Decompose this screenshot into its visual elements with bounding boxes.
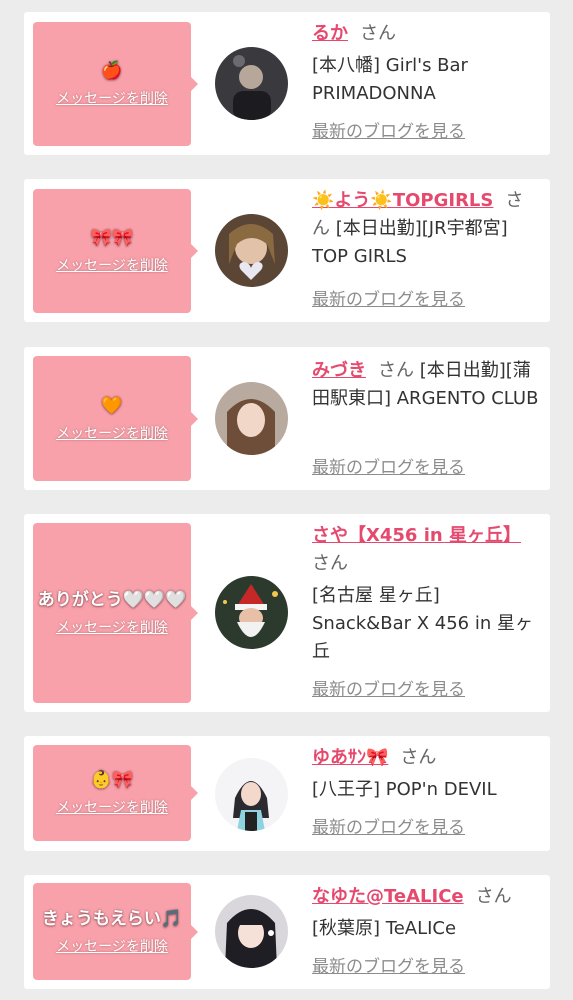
message-text: きょうもえらい🎵 bbox=[41, 908, 183, 929]
name-link[interactable]: ゆあｻﾝ🎀 bbox=[312, 747, 388, 768]
name-link[interactable]: ☀️よう☀️TOPGIRLS bbox=[312, 190, 493, 211]
avatar[interactable] bbox=[215, 214, 288, 287]
message-card: きょうもえらい🎵 メッセージを削除 なゆた@TeALICe さん [秋葉原] Te… bbox=[24, 875, 550, 989]
view-blog-link[interactable]: 最新のブログを見る bbox=[312, 816, 465, 840]
honorific: さん bbox=[360, 23, 396, 44]
view-blog-link[interactable]: 最新のブログを見る bbox=[312, 955, 465, 979]
message-text: 👶🎀 bbox=[90, 770, 134, 790]
message-text: ありがとう🤍🤍🤍 bbox=[37, 590, 187, 610]
avatar[interactable] bbox=[215, 758, 288, 831]
shop-text: [秋葉原] TeALICe bbox=[312, 918, 457, 939]
name-link[interactable]: みづき bbox=[312, 360, 366, 381]
delete-message-link[interactable]: メッセージを削除 bbox=[33, 617, 191, 639]
name-link[interactable]: なゆた@TeALICe bbox=[312, 886, 464, 907]
avatar[interactable] bbox=[215, 895, 288, 968]
message-bubble: 🍎 メッセージを削除 bbox=[33, 22, 198, 146]
view-blog-link[interactable]: 最新のブログを見る bbox=[312, 288, 465, 312]
name-link[interactable]: さや【X456 in 星ヶ丘】 bbox=[312, 525, 521, 546]
message-bubble: きょうもえらい🎵 メッセージを削除 bbox=[33, 883, 198, 980]
message-card: 👶🎀 メッセージを削除 ゆあｻﾝ🎀 さん [八王子] POP'n DEVIL 最新… bbox=[24, 736, 550, 851]
delete-message-link[interactable]: メッセージを削除 bbox=[33, 255, 191, 277]
honorific: さん bbox=[475, 886, 512, 907]
delete-message-link[interactable]: メッセージを削除 bbox=[33, 88, 191, 110]
avatar[interactable] bbox=[215, 47, 288, 120]
honorific: さん bbox=[312, 553, 348, 574]
shop-text: [本日出勤][JR宇都宮] TOP GIRLS bbox=[312, 218, 508, 267]
message-text: 🍎 bbox=[101, 61, 123, 81]
message-bubble: 🧡 メッセージを削除 bbox=[33, 356, 198, 481]
shop-text: [八王子] POP'n DEVIL bbox=[312, 779, 497, 800]
name-link[interactable]: るか bbox=[312, 23, 348, 44]
message-text: 🎀🎀 bbox=[90, 228, 134, 248]
shop-text: [名古屋 星ヶ丘] Snack&Bar X 456 in 星ヶ丘 bbox=[312, 585, 533, 662]
honorific: さん bbox=[378, 360, 414, 381]
message-card: 🍎 メッセージを削除 るか さん [本八幡] Girl's Bar PRIMADO… bbox=[24, 12, 550, 155]
delete-message-link[interactable]: メッセージを削除 bbox=[33, 936, 191, 958]
message-card: ありがとう🤍🤍🤍 メッセージを削除 さや【X456 in 星ヶ丘】 さん [名古… bbox=[24, 514, 550, 712]
honorific: さん bbox=[400, 747, 437, 768]
view-blog-link[interactable]: 最新のブログを見る bbox=[312, 120, 465, 144]
avatar[interactable] bbox=[215, 576, 288, 649]
shop-text: [本八幡] Girl's Bar PRIMADONNA bbox=[312, 55, 468, 104]
message-bubble: 🎀🎀 メッセージを削除 bbox=[33, 189, 198, 313]
message-bubble: ありがとう🤍🤍🤍 メッセージを削除 bbox=[33, 523, 198, 703]
message-text: 🧡 bbox=[101, 395, 123, 416]
view-blog-link[interactable]: 最新のブログを見る bbox=[312, 678, 465, 702]
message-bubble: 👶🎀 メッセージを削除 bbox=[33, 745, 198, 841]
view-blog-link[interactable]: 最新のブログを見る bbox=[312, 456, 465, 480]
delete-message-link[interactable]: メッセージを削除 bbox=[33, 423, 191, 445]
message-card: 🎀🎀 メッセージを削除 ☀️よう☀️TOPGIRLS さん [本日出勤][JR宇都… bbox=[24, 179, 550, 322]
message-card: 🧡 メッセージを削除 みづき さん [本日出勤][蒲田駅東口] ARGENTO C… bbox=[24, 347, 550, 490]
avatar[interactable] bbox=[215, 382, 288, 455]
delete-message-link[interactable]: メッセージを削除 bbox=[33, 797, 191, 819]
